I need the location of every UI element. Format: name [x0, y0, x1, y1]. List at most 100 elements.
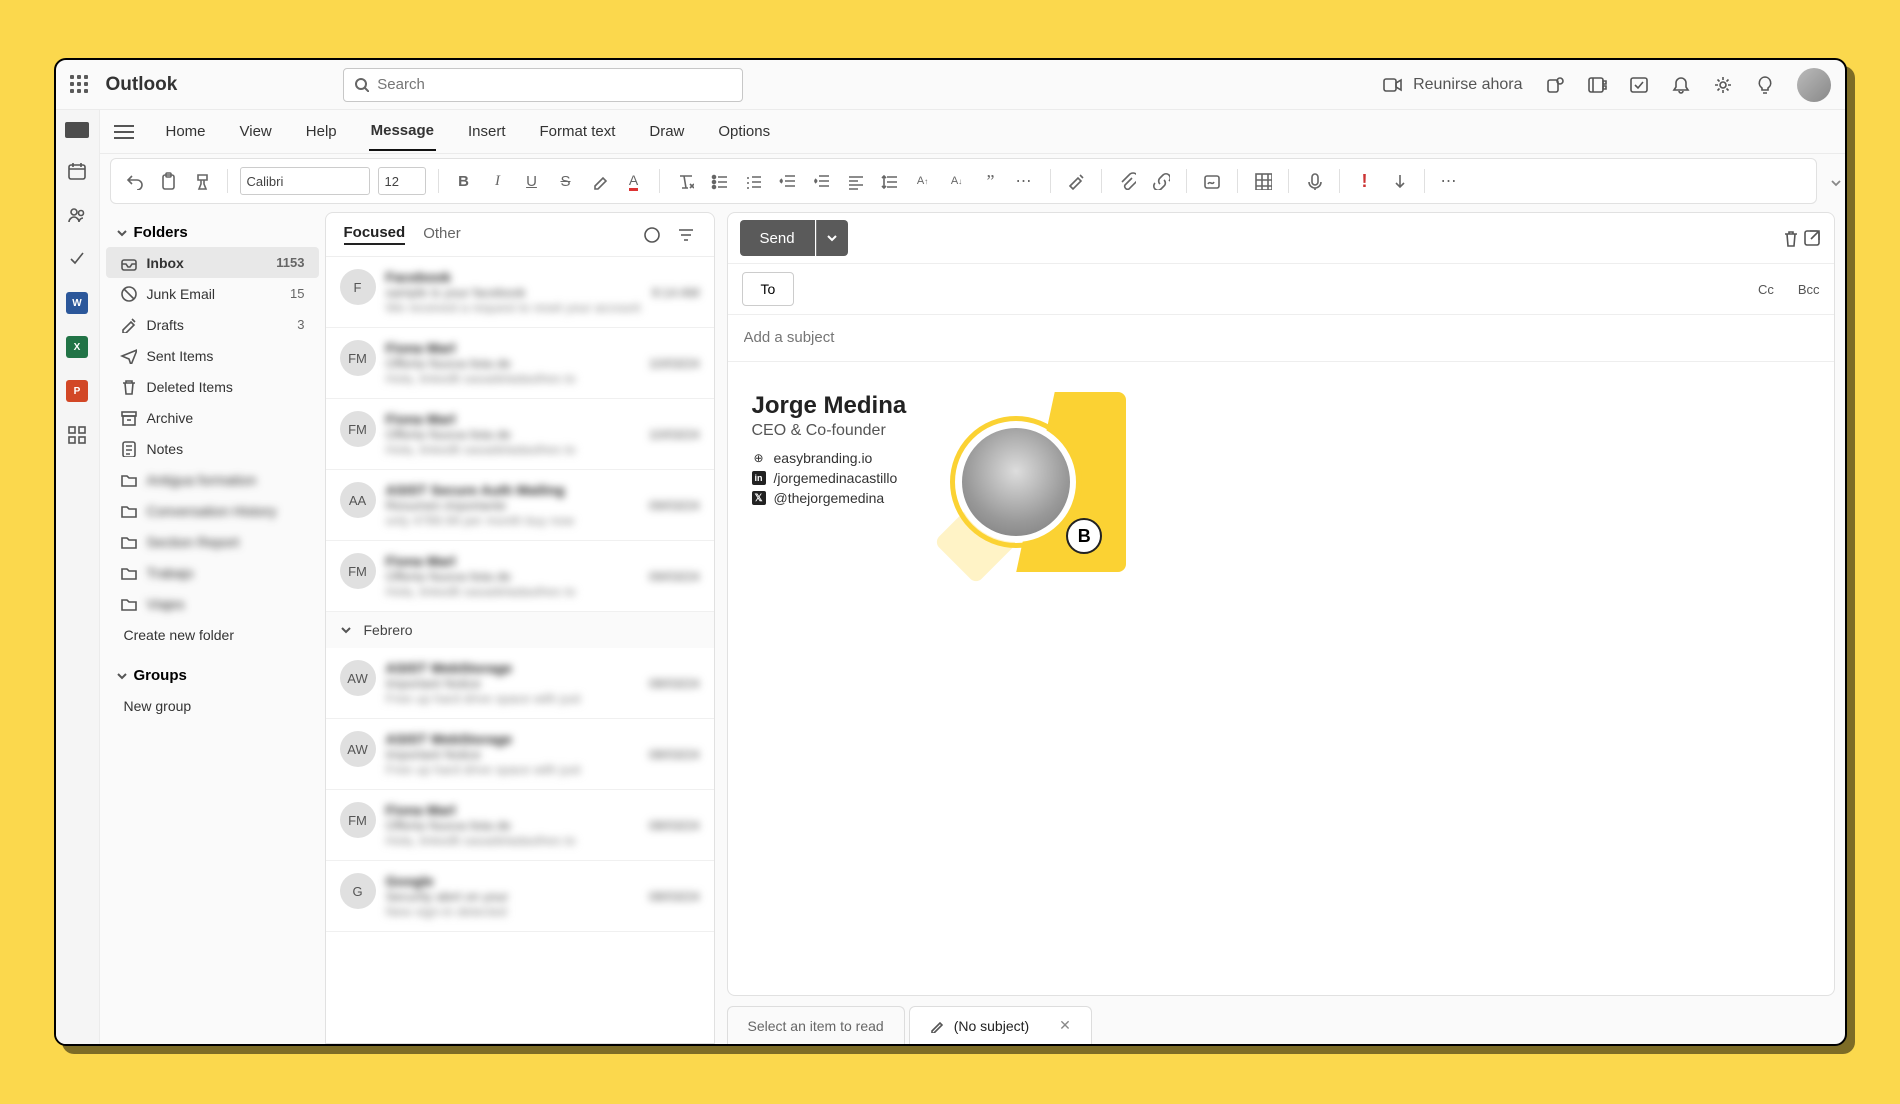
- todo-icon[interactable]: [1629, 75, 1649, 95]
- folder-item[interactable]: Deleted Items: [106, 371, 319, 402]
- to-button[interactable]: To: [742, 272, 795, 306]
- message-item[interactable]: AWASIST WebStorageImportant Notice08/03/…: [326, 648, 714, 719]
- send-dropdown[interactable]: [816, 220, 848, 256]
- format-painter-icon[interactable]: [189, 168, 215, 194]
- tab-home[interactable]: Home: [164, 113, 208, 150]
- subject-input[interactable]: [744, 329, 1818, 346]
- message-body[interactable]: Jorge Medina CEO & Co-founder ⊕easybrand…: [728, 362, 1834, 995]
- message-item[interactable]: FMFiona MarlOfferta Nuova lista de08/03/…: [326, 790, 714, 861]
- ribbon-overflow-icon[interactable]: ⋯: [1437, 168, 1463, 194]
- onenote-icon[interactable]: [1587, 75, 1607, 95]
- italic-icon[interactable]: I: [485, 168, 511, 194]
- tab-help[interactable]: Help: [304, 113, 339, 150]
- table-icon[interactable]: [1250, 168, 1276, 194]
- folder-item[interactable]: Junk Email15: [106, 278, 319, 309]
- meet-now-button[interactable]: Reunirse ahora: [1383, 76, 1522, 94]
- groups-header[interactable]: Groups: [106, 661, 319, 690]
- message-item[interactable]: FMFiona MarlOfferta Nuova lista de09/03/…: [326, 541, 714, 612]
- message-item[interactable]: GGoogleSecurity alert on your08/03/24New…: [326, 861, 714, 932]
- select-mode-icon[interactable]: [642, 225, 662, 245]
- people-icon[interactable]: [66, 204, 88, 226]
- message-item[interactable]: AAASIST Secure Auth MailingResumen impor…: [326, 470, 714, 541]
- tasks-icon[interactable]: [66, 248, 88, 270]
- importance-low-icon[interactable]: [1386, 168, 1412, 194]
- folder-item[interactable]: Viajes: [106, 588, 319, 619]
- align-icon[interactable]: [842, 168, 868, 194]
- strikethrough-icon[interactable]: S: [553, 168, 579, 194]
- notifications-icon[interactable]: [1671, 75, 1691, 95]
- clear-format-icon[interactable]: [672, 168, 698, 194]
- signature-icon[interactable]: [1199, 168, 1225, 194]
- to-input[interactable]: [808, 281, 1734, 297]
- folder-item[interactable]: Sent Items: [106, 340, 319, 371]
- styles-icon[interactable]: [1063, 168, 1089, 194]
- nav-toggle-icon[interactable]: [114, 125, 134, 139]
- font-color-icon[interactable]: A: [621, 168, 647, 194]
- dictate-icon[interactable]: [1301, 168, 1327, 194]
- search-box[interactable]: [343, 68, 743, 102]
- underline-icon[interactable]: U: [519, 168, 545, 194]
- bold-icon[interactable]: B: [451, 168, 477, 194]
- folder-item[interactable]: Section Report: [106, 526, 319, 557]
- more-apps-icon[interactable]: [66, 424, 88, 446]
- message-group-header[interactable]: Febrero: [326, 612, 714, 648]
- teams-icon[interactable]: [1545, 75, 1565, 95]
- tab-options[interactable]: Options: [716, 113, 772, 150]
- bcc-toggle[interactable]: Bcc: [1798, 282, 1820, 297]
- message-item[interactable]: FMFiona MarlOfferta Nuova lista de10/03/…: [326, 328, 714, 399]
- message-item[interactable]: FFacebooksample is your facebook9:14 AMW…: [326, 257, 714, 328]
- ribbon-expand-icon[interactable]: [1827, 160, 1845, 206]
- font-size-select[interactable]: 12: [378, 167, 426, 195]
- folder-item[interactable]: Inbox1153: [106, 247, 319, 278]
- tab-message[interactable]: Message: [369, 112, 436, 151]
- line-spacing-icon[interactable]: [876, 168, 902, 194]
- tab-no-subject[interactable]: (No subject) ✕: [909, 1006, 1092, 1044]
- folders-header[interactable]: Folders: [106, 218, 319, 247]
- folder-item[interactable]: Notes: [106, 433, 319, 464]
- link-icon[interactable]: [1148, 168, 1174, 194]
- app-launcher-icon[interactable]: [70, 75, 90, 95]
- word-icon[interactable]: W: [66, 292, 88, 314]
- calendar-icon[interactable]: [66, 160, 88, 182]
- tab-insert[interactable]: Insert: [466, 113, 508, 150]
- send-button[interactable]: Send: [740, 220, 815, 256]
- popout-icon[interactable]: [1802, 228, 1822, 248]
- folder-item[interactable]: Archive: [106, 402, 319, 433]
- close-tab-icon[interactable]: ✕: [1059, 1017, 1071, 1034]
- folder-item[interactable]: Conversation History: [106, 495, 319, 526]
- font-select[interactable]: Calibri: [240, 167, 370, 195]
- indent-decrease-icon[interactable]: [774, 168, 800, 194]
- importance-high-icon[interactable]: !: [1352, 168, 1378, 194]
- filter-icon[interactable]: [676, 225, 696, 245]
- folder-item[interactable]: Antigua formation: [106, 464, 319, 495]
- tips-icon[interactable]: [1755, 75, 1775, 95]
- tab-focused[interactable]: Focused: [344, 224, 406, 245]
- tab-reading-placeholder[interactable]: Select an item to read: [727, 1006, 905, 1044]
- highlight-icon[interactable]: [587, 168, 613, 194]
- search-input[interactable]: [377, 76, 732, 93]
- numbering-icon[interactable]: [740, 168, 766, 194]
- tab-view[interactable]: View: [238, 113, 274, 150]
- indent-increase-icon[interactable]: [808, 168, 834, 194]
- folder-item[interactable]: Drafts3: [106, 309, 319, 340]
- cc-toggle[interactable]: Cc: [1758, 282, 1774, 297]
- undo-icon[interactable]: [121, 168, 147, 194]
- discard-icon[interactable]: [1781, 228, 1801, 248]
- quote-icon[interactable]: ”: [978, 168, 1004, 194]
- clipboard-icon[interactable]: [155, 168, 181, 194]
- folder-item[interactable]: Trabajo: [106, 557, 319, 588]
- settings-icon[interactable]: [1713, 75, 1733, 95]
- attach-icon[interactable]: [1114, 168, 1140, 194]
- message-item[interactable]: AWASIST WebStorageImportant Notice08/03/…: [326, 719, 714, 790]
- font-shrink-icon[interactable]: A↓: [944, 168, 970, 194]
- new-group-link[interactable]: New group: [106, 690, 319, 722]
- user-avatar[interactable]: [1797, 68, 1831, 102]
- tab-format-text[interactable]: Format text: [538, 113, 618, 150]
- bullets-icon[interactable]: [706, 168, 732, 194]
- tab-draw[interactable]: Draw: [647, 113, 686, 150]
- powerpoint-icon[interactable]: P: [66, 380, 88, 402]
- create-folder-link[interactable]: Create new folder: [106, 619, 319, 651]
- message-item[interactable]: FMFiona MarlOfferta Nuova lista de10/03/…: [326, 399, 714, 470]
- more-format-icon[interactable]: ⋯: [1012, 168, 1038, 194]
- font-grow-icon[interactable]: A↑: [910, 168, 936, 194]
